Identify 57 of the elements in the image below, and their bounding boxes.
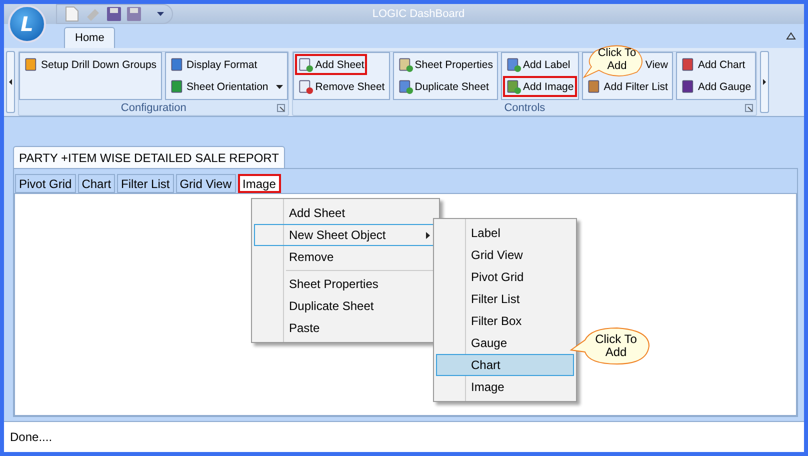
group-label: Configuration xyxy=(120,102,186,114)
ribbon-tab[interactable]: Home xyxy=(64,27,116,48)
report-tab[interactable]: PARTY +ITEM WISE DETAILED SALE REPORT xyxy=(13,146,285,168)
sheet-tab[interactable]: Chart xyxy=(78,174,116,193)
save-icon[interactable] xyxy=(107,7,121,21)
menu-item[interactable]: Add Sheet xyxy=(254,202,437,224)
document-icon xyxy=(586,79,602,94)
submenu-arrow-icon xyxy=(426,232,430,238)
ribbon-button[interactable]: Add Image xyxy=(502,76,577,97)
status-text: Done.... xyxy=(10,430,52,444)
document-icon xyxy=(506,79,521,94)
ribbon-button[interactable]: Add Gauge xyxy=(678,76,754,97)
document-icon xyxy=(298,79,314,94)
ribbon-button[interactable]: Duplicate Sheet xyxy=(394,76,492,97)
save-as-icon[interactable] xyxy=(127,7,141,21)
dialog-launcher-icon[interactable] xyxy=(277,104,286,112)
document-icon xyxy=(680,57,696,72)
document-icon xyxy=(298,57,314,72)
ribbon-button[interactable]: Display Format xyxy=(166,54,260,75)
menu-item[interactable]: Image xyxy=(436,376,574,398)
callout-bubble: Click To Add xyxy=(569,326,651,366)
ribbon-button[interactable]: Sheet Orientation xyxy=(166,76,286,97)
left-arrow-icon xyxy=(9,79,12,85)
ribbon-button[interactable]: Add Sheet xyxy=(295,54,368,75)
document-icon xyxy=(398,79,413,94)
menu-item[interactable]: Chart xyxy=(436,354,574,376)
document-icon xyxy=(398,57,413,72)
group-label: Controls xyxy=(504,102,546,114)
dropdown-icon xyxy=(276,84,284,88)
window-title: LOGIC DashBoard xyxy=(372,8,465,20)
sheet-tab[interactable]: Pivot Grid xyxy=(15,174,76,193)
menu-item[interactable]: Grid View xyxy=(436,244,574,266)
ribbon-button[interactable]: Add Chart xyxy=(678,54,748,75)
document-icon xyxy=(506,57,521,72)
menu-item[interactable]: Duplicate Sheet xyxy=(254,295,437,317)
menu-item[interactable]: Paste xyxy=(254,317,437,339)
document-icon xyxy=(170,57,185,72)
menu-item[interactable]: Label xyxy=(436,222,574,244)
document-icon xyxy=(24,57,39,72)
menu-item[interactable]: Remove xyxy=(254,246,437,268)
ribbon-button[interactable]: Add Label xyxy=(502,54,574,75)
ribbon-button[interactable]: Add Filter List xyxy=(584,76,671,97)
menu-item[interactable]: Pivot Grid xyxy=(436,266,574,288)
sheet-tab[interactable]: Image xyxy=(238,174,281,193)
ribbon-button[interactable]: Remove Sheet xyxy=(295,76,388,97)
dialog-launcher-icon[interactable] xyxy=(745,104,754,112)
document-icon xyxy=(680,79,696,94)
collapse-ribbon-icon[interactable] xyxy=(786,32,796,40)
dropdown-icon[interactable] xyxy=(157,12,164,16)
sheet-tab[interactable]: Grid View xyxy=(176,174,236,193)
menu-item[interactable]: Filter List xyxy=(436,288,574,310)
ribbon-button[interactable]: Sheet Properties xyxy=(394,54,496,75)
menu-item[interactable]: Sheet Properties xyxy=(254,273,437,295)
sheet-tab[interactable]: Filter List xyxy=(117,174,174,193)
ribbon-button[interactable]: View xyxy=(642,54,671,75)
right-arrow-icon xyxy=(763,79,766,85)
document-icon xyxy=(170,79,185,94)
